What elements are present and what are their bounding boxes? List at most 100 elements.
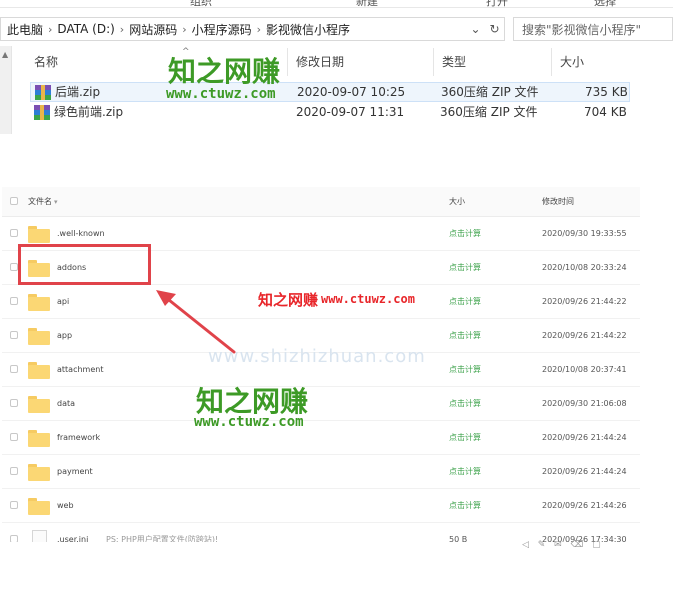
- row-checkbox[interactable]: [10, 501, 18, 509]
- calc-size-link[interactable]: 点击计算: [449, 455, 481, 489]
- column-header-name-label: 名称: [34, 55, 59, 69]
- zip-archive-icon: [35, 85, 51, 100]
- file-row[interactable]: 绿色前端.zip 2020-09-07 11:31 360压缩 ZIP 文件 7…: [30, 103, 630, 123]
- calc-size-link[interactable]: 点击计算: [449, 387, 481, 421]
- watermark-red-brand: 知之网赚: [258, 291, 319, 309]
- calc-size-link[interactable]: 点击计算: [449, 489, 481, 523]
- watermark-red-url: www.ctuwz.com: [321, 292, 415, 306]
- calc-size-link[interactable]: 点击计算: [449, 421, 481, 455]
- row-checkbox[interactable]: [10, 535, 18, 542]
- file-row[interactable]: 后端.zip 2020-09-07 10:25 360压缩 ZIP 文件 735…: [30, 82, 630, 102]
- row-modified: 2020/09/26 21:44:24: [542, 467, 627, 476]
- row-name[interactable]: api: [57, 285, 69, 319]
- folder-icon: [28, 430, 50, 447]
- row-name[interactable]: .user.ini: [57, 523, 88, 542]
- row-name[interactable]: payment: [57, 455, 93, 489]
- calc-size-link[interactable]: 点击计算: [449, 319, 481, 353]
- row-checkbox[interactable]: [10, 263, 18, 271]
- calc-size-link[interactable]: 点击计算: [449, 217, 481, 251]
- breadcrumb-current-folder[interactable]: 影视微信小程序: [266, 21, 350, 38]
- row-name[interactable]: web: [57, 489, 74, 523]
- row-checkbox[interactable]: [10, 331, 18, 339]
- row-checkbox[interactable]: [10, 365, 18, 373]
- row-modified: 2020/10/08 20:37:41: [542, 365, 627, 374]
- column-header-size[interactable]: 大小: [552, 48, 632, 76]
- row-name[interactable]: app: [57, 319, 72, 353]
- file-icon: [32, 530, 47, 542]
- table-row[interactable]: framework 点击计算 2020/09/26 21:44:24: [2, 421, 640, 455]
- breadcrumb-miniprogram-source[interactable]: 小程序源码: [192, 21, 252, 38]
- row-note: PS: PHP用户配置文件(防跨站)!: [106, 535, 219, 542]
- header-filename-label: 文件名: [28, 197, 52, 206]
- address-tools: ⌄ ↻: [466, 18, 504, 40]
- row-modified: 2020/09/26 21:44:24: [542, 433, 627, 442]
- address-row: 此电脑 › DATA (D:) › 网站源码 › 小程序源码 › 影视微信小程序…: [0, 14, 673, 44]
- header-size[interactable]: 大小: [449, 187, 465, 217]
- ribbon-tab-open[interactable]: 打开: [486, 0, 508, 7]
- select-all-checkbox[interactable]: [10, 197, 18, 205]
- breadcrumb-this-pc[interactable]: 此电脑: [7, 21, 43, 38]
- row-checkbox[interactable]: [10, 297, 18, 305]
- refresh-icon[interactable]: ↻: [489, 22, 499, 36]
- breadcrumb-site-source[interactable]: 网站源码: [129, 21, 177, 38]
- watermark-brand-top: 知之网赚: [168, 55, 281, 88]
- row-modified: 2020/09/26 21:44:22: [542, 331, 627, 340]
- dropdown-arrow-icon[interactable]: ⌄: [470, 22, 480, 36]
- file-type: 360压缩 ZIP 文件: [440, 105, 538, 119]
- file-name: 后端.zip: [55, 85, 101, 99]
- folder-icon: [28, 362, 50, 379]
- row-checkbox[interactable]: [10, 433, 18, 441]
- row-name[interactable]: attachment: [57, 353, 103, 387]
- row-checkbox[interactable]: [10, 399, 18, 407]
- file-list-header: 名称 ^ 修改日期 类型 大小: [26, 47, 632, 76]
- column-header-type[interactable]: 类型: [434, 48, 552, 76]
- table-row[interactable]: web 点击计算 2020/09/26 21:44:26: [2, 489, 640, 523]
- column-header-size-label: 大小: [560, 55, 585, 69]
- row-modified: 2020/09/30 19:33:55: [542, 229, 627, 238]
- row-modified: 2020/10/08 20:33:24: [542, 263, 627, 272]
- folder-icon: [28, 226, 50, 243]
- row-name[interactable]: framework: [57, 421, 100, 455]
- row-modified: 2020/09/30 21:06:08: [542, 399, 627, 408]
- calc-size-link[interactable]: 点击计算: [449, 285, 481, 319]
- folder-icon: [28, 464, 50, 481]
- navigation-pane[interactable]: ▲: [0, 46, 12, 134]
- watermark-url-bottom: www.ctuwz.com: [194, 414, 304, 430]
- folder-icon: [28, 498, 50, 515]
- ribbon-tab-new[interactable]: 新建: [356, 0, 378, 7]
- folder-icon: [28, 294, 50, 311]
- file-size: 735 KB: [585, 85, 628, 99]
- highlight-box: [18, 244, 151, 285]
- row-checkbox[interactable]: [10, 467, 18, 475]
- faint-watermark: www.shizhizhuan.com: [208, 346, 426, 367]
- chevron-right-icon[interactable]: ›: [48, 23, 52, 36]
- breadcrumb-drive[interactable]: DATA (D:): [57, 22, 114, 36]
- column-header-modified[interactable]: 修改日期: [288, 48, 434, 76]
- row-checkbox[interactable]: [10, 229, 18, 237]
- table-row[interactable]: payment 点击计算 2020/09/26 21:44:24: [2, 455, 640, 489]
- calc-size-link[interactable]: 点击计算: [449, 251, 481, 285]
- chevron-right-icon[interactable]: ›: [182, 23, 186, 36]
- folder-icon: [28, 396, 50, 413]
- column-header-modified-label: 修改日期: [296, 55, 345, 69]
- chevron-right-icon[interactable]: ›: [120, 23, 124, 36]
- chevron-right-icon[interactable]: ›: [257, 23, 261, 36]
- scroll-up-icon[interactable]: ▲: [2, 50, 8, 59]
- file-type: 360压缩 ZIP 文件: [441, 85, 539, 99]
- ribbon-tab-organize[interactable]: 组织: [190, 0, 212, 7]
- calc-size-link[interactable]: 点击计算: [449, 353, 481, 387]
- table-row[interactable]: data 点击计算 2020/09/30 21:06:08: [2, 387, 640, 421]
- search-input[interactable]: 搜索"影视微信小程序": [513, 17, 673, 41]
- ribbon-tabs: 组织 新建 打开 选择: [0, 0, 673, 8]
- row-modified: 2020/09/26 21:44:26: [542, 501, 627, 510]
- row-action-icons[interactable]: ◁ ✎ ✉ ⌫ ▢: [522, 540, 604, 550]
- file-manager-header: 文件名 ▾ 大小 修改时间: [2, 187, 640, 217]
- column-header-type-label: 类型: [442, 55, 467, 69]
- file-name: 绿色前端.zip: [54, 105, 124, 119]
- header-filename[interactable]: 文件名 ▾: [28, 187, 58, 217]
- ribbon-tab-select[interactable]: 选择: [594, 0, 616, 7]
- header-modified[interactable]: 修改时间: [542, 187, 574, 217]
- row-name[interactable]: data: [57, 387, 75, 421]
- file-modified: 2020-09-07 11:31: [296, 105, 405, 119]
- address-bar[interactable]: 此电脑 › DATA (D:) › 网站源码 › 小程序源码 › 影视微信小程序: [0, 17, 505, 41]
